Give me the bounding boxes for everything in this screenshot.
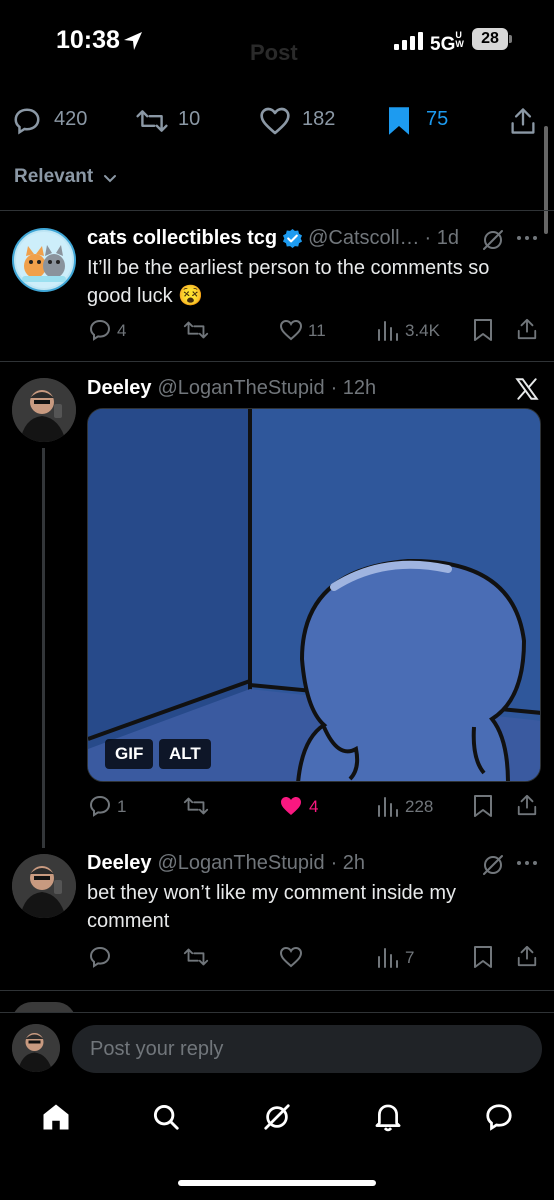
repost-icon[interactable] <box>134 106 170 136</box>
scrollbar[interactable] <box>544 126 548 234</box>
person-avatar-art <box>12 1024 60 1072</box>
heart-filled-icon[interactable] <box>279 795 303 817</box>
like-count: 182 <box>302 108 336 130</box>
like-count: 11 <box>308 321 326 340</box>
grok-icon[interactable] <box>481 228 505 252</box>
view-count: 3.4K <box>405 321 440 340</box>
messages-icon[interactable] <box>483 1102 515 1132</box>
share-icon[interactable] <box>516 317 538 341</box>
signal-icon <box>394 32 423 50</box>
cats-avatar-art <box>16 232 72 288</box>
views-icon[interactable] <box>377 945 399 969</box>
person-avatar-art <box>12 854 76 918</box>
post-time: · 1d <box>424 227 459 249</box>
avatar[interactable] <box>12 228 76 292</box>
home-indicator <box>178 1180 376 1186</box>
page-title: Post <box>250 40 298 65</box>
divider <box>0 210 554 211</box>
views-icon[interactable] <box>377 794 399 818</box>
reply-icon[interactable] <box>88 945 112 969</box>
bookmark-icon[interactable] <box>473 945 493 969</box>
reply-count: 1 <box>117 797 127 816</box>
battery-icon: 28 <box>472 28 508 50</box>
gif-art <box>88 409 540 781</box>
post-media-gif[interactable]: GIF ALT <box>87 408 541 782</box>
x-logo-icon <box>515 378 539 400</box>
post-time: · 2h <box>330 852 366 874</box>
location-arrow-icon <box>124 32 142 50</box>
sort-dropdown-label[interactable]: Relevant <box>14 166 93 188</box>
post-handle[interactable]: @Catscoll… <box>308 227 419 250</box>
grok-icon[interactable] <box>481 853 505 877</box>
alt-text-button[interactable]: ALT <box>159 739 211 769</box>
repost-icon[interactable] <box>182 794 210 818</box>
view-count: 228 <box>405 797 434 816</box>
share-icon[interactable] <box>509 106 537 136</box>
post-author-name[interactable]: cats collectibles tcg <box>87 227 277 250</box>
network-label: 5GUW <box>430 30 464 56</box>
post-text: It’ll be the earliest person to the comm… <box>87 257 490 307</box>
repost-icon[interactable] <box>182 945 210 969</box>
network-sub-label: UW <box>455 30 464 49</box>
divider <box>0 990 554 991</box>
heart-icon[interactable] <box>259 106 291 136</box>
reply-icon[interactable] <box>12 106 42 136</box>
heart-icon[interactable] <box>279 946 303 968</box>
bookmark-icon[interactable] <box>473 318 493 342</box>
repost-count: 10 <box>178 108 201 130</box>
my-avatar[interactable] <box>12 1024 60 1072</box>
reply-count: 420 <box>54 108 88 130</box>
reply-icon[interactable] <box>88 794 112 818</box>
post-header: Deeley @LoganTheStupid · 2h <box>87 852 365 875</box>
views-icon[interactable] <box>377 318 399 342</box>
avatar[interactable] <box>12 854 76 918</box>
bookmark-icon[interactable] <box>385 106 413 136</box>
search-icon[interactable] <box>151 1102 181 1132</box>
thread-line <box>42 448 45 848</box>
share-icon[interactable] <box>516 944 538 968</box>
share-icon[interactable] <box>516 793 538 817</box>
heart-icon[interactable] <box>279 319 303 341</box>
post-time: · 12h <box>330 377 377 399</box>
post-author-name[interactable]: Deeley <box>87 852 152 875</box>
notifications-icon[interactable] <box>373 1101 403 1133</box>
reply-icon[interactable] <box>88 318 112 342</box>
reply-input[interactable]: Post your reply <box>72 1025 542 1073</box>
post-header: Deeley @LoganTheStupid · 12h <box>87 377 376 400</box>
status-time: 10:38 <box>56 26 120 54</box>
bookmark-count: 75 <box>426 108 449 130</box>
person-avatar-art <box>12 378 76 442</box>
post-header: cats collectibles tcg @Catscoll… · 1d <box>87 227 459 250</box>
avatar[interactable] <box>12 378 76 442</box>
like-count: 4 <box>309 797 319 816</box>
view-count: 7 <box>405 948 415 967</box>
post-handle[interactable]: @LoganTheStupid <box>158 377 325 400</box>
battery-tip <box>509 35 512 43</box>
more-icon[interactable] <box>516 859 538 867</box>
post-handle[interactable]: @LoganTheStupid <box>158 852 325 875</box>
repost-icon[interactable] <box>182 318 210 342</box>
post-author-name[interactable]: Deeley <box>87 377 152 400</box>
bookmark-icon[interactable] <box>473 794 493 818</box>
home-icon[interactable] <box>41 1102 71 1132</box>
reply-count: 4 <box>117 321 127 340</box>
more-icon[interactable] <box>516 234 538 242</box>
divider <box>0 361 554 362</box>
verified-icon <box>283 228 303 249</box>
post-text: bet they won’t like my comment inside my… <box>87 882 457 932</box>
chevron-down-icon[interactable] <box>102 170 118 186</box>
grok-icon[interactable] <box>262 1102 292 1132</box>
gif-badge: GIF <box>105 739 154 769</box>
